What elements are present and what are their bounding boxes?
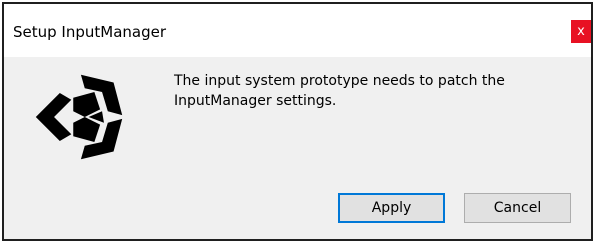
close-button[interactable]: x: [571, 20, 591, 43]
message-line-2: InputManager settings.: [174, 93, 337, 109]
setup-inputmanager-dialog: Setup InputManager x The input system pr…: [2, 2, 593, 241]
unity-logo-icon: [35, 74, 123, 160]
cancel-button[interactable]: Cancel: [464, 193, 571, 223]
dialog-message: The input system prototype needs to patc…: [174, 71, 574, 111]
message-line-1: The input system prototype needs to patc…: [174, 73, 505, 89]
dialog-body: The input system prototype needs to patc…: [4, 57, 591, 239]
apply-button[interactable]: Apply: [338, 193, 445, 223]
window-title: Setup InputManager: [13, 23, 167, 41]
title-bar: Setup InputManager x: [4, 4, 591, 57]
